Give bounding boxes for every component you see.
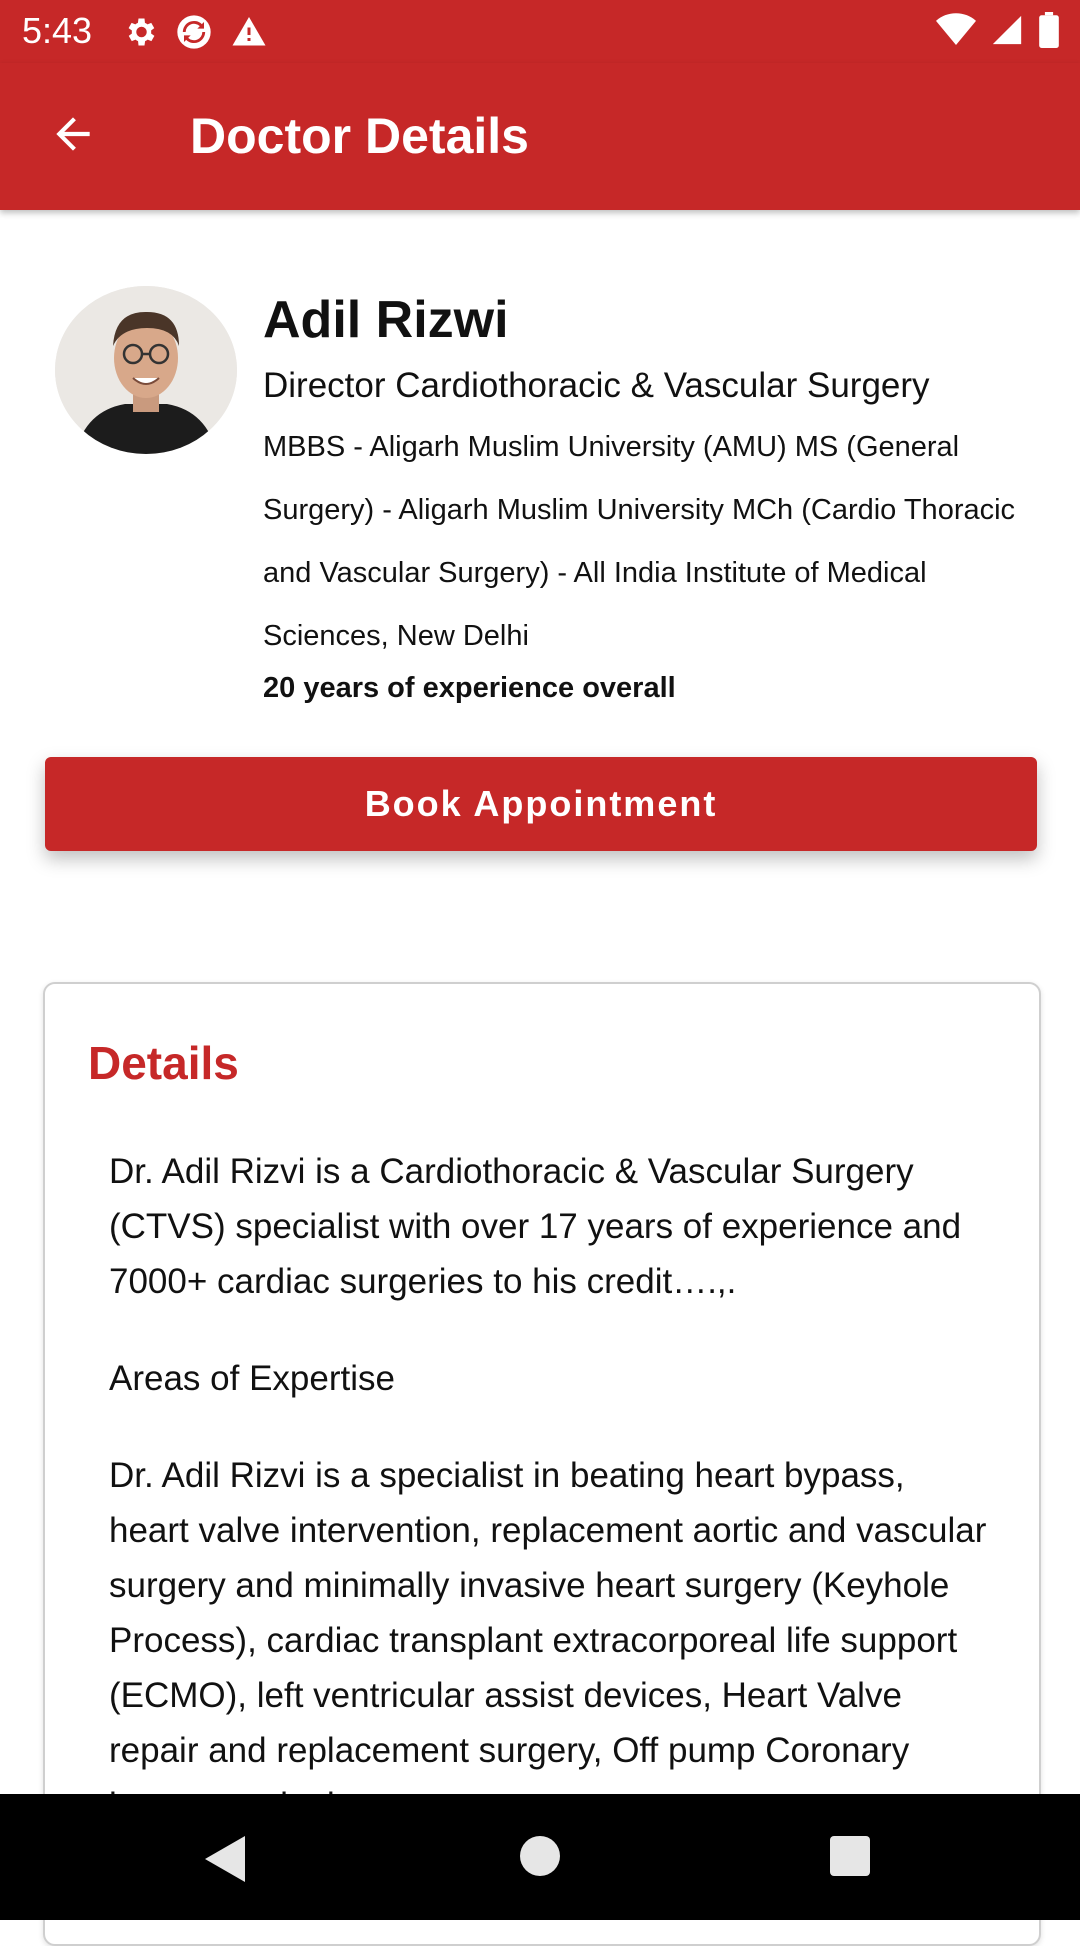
details-heading: Details xyxy=(88,1037,239,1089)
wifi-icon xyxy=(936,13,976,52)
sync-icon xyxy=(174,12,214,57)
doctor-designation: Director Cardiothoracic & Vascular Surge… xyxy=(263,366,930,405)
status-time: 5:43 xyxy=(22,10,93,51)
details-body: Dr. Adil Rizvi is a Cardiothoracic & Vas… xyxy=(109,1144,989,1875)
status-icons-left xyxy=(122,12,268,57)
signal-icon xyxy=(990,13,1024,52)
details-paragraph-intro: Dr. Adil Rizvi is a Cardiothoracic & Vas… xyxy=(109,1152,962,1301)
nav-home-icon[interactable] xyxy=(520,1836,560,1881)
status-icons-right xyxy=(936,12,1060,53)
doctor-qualifications: MBBS - Aligarh Muslim University (AMU) M… xyxy=(263,431,1016,652)
nav-back-icon[interactable] xyxy=(205,1836,245,1887)
status-bar: 5:43 xyxy=(0,0,1080,63)
system-nav-bar xyxy=(0,1794,1080,1920)
doctor-experience: 20 years of experience overall xyxy=(263,672,676,704)
page-title: Doctor Details xyxy=(190,108,529,164)
book-appointment-button[interactable]: Book Appointment xyxy=(45,757,1037,851)
doctor-name: Adil Rizwi xyxy=(263,291,509,349)
app-bar: Doctor Details xyxy=(0,63,1080,210)
warning-icon xyxy=(230,14,268,55)
nav-recents-icon[interactable] xyxy=(830,1836,870,1881)
arrow-back-icon xyxy=(48,109,98,164)
doctor-info: Adil Rizwi Director Cardiothoracic & Vas… xyxy=(263,288,1043,708)
details-paragraph-expertise: Dr. Adil Rizvi is a specialist in beatin… xyxy=(109,1456,987,1825)
gear-icon xyxy=(122,14,158,55)
doctor-avatar xyxy=(55,286,237,454)
details-subheading-expertise: Areas of Expertise xyxy=(109,1359,395,1398)
battery-icon xyxy=(1038,12,1060,53)
back-button[interactable] xyxy=(40,103,106,169)
